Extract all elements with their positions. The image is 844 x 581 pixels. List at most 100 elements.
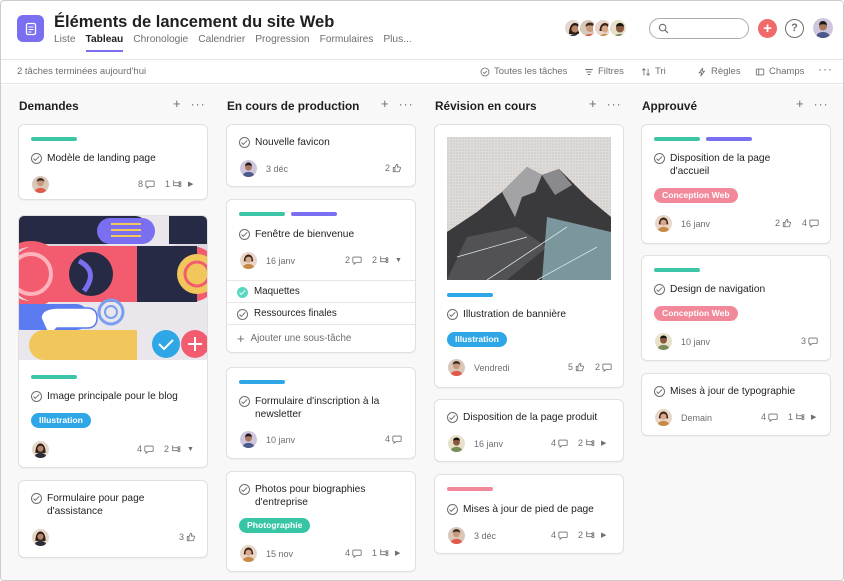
assignee-avatar[interactable]	[655, 333, 672, 350]
complete-checkbox[interactable]	[447, 309, 458, 320]
like-icon[interactable]	[392, 163, 402, 173]
assignee-avatar[interactable]	[448, 435, 465, 452]
tag-conception-web[interactable]: Conception Web	[654, 306, 738, 321]
complete-checkbox[interactable]	[239, 484, 250, 495]
sort-button[interactable]: Tri	[641, 66, 666, 77]
assignee-avatar[interactable]	[240, 431, 257, 448]
assignee-avatar[interactable]	[32, 529, 49, 546]
like-icon[interactable]	[782, 218, 792, 228]
like-icon[interactable]	[575, 362, 585, 372]
task-card[interactable]: Disposition de la page d'accueil Concepti…	[641, 124, 831, 244]
complete-checkbox[interactable]	[239, 229, 250, 240]
subtask-checkbox[interactable]	[237, 286, 248, 298]
add-subtask-button[interactable]: + Ajouter une sous-tâche	[227, 324, 415, 352]
rules-button[interactable]: Règles	[697, 66, 741, 77]
expand-arrow-icon[interactable]: ▶	[601, 439, 606, 447]
search-input[interactable]	[649, 18, 749, 39]
expand-arrow-icon[interactable]: ▶	[395, 549, 400, 557]
quick-add-button[interactable]: +	[758, 19, 777, 38]
task-card[interactable]: Formulaire pour page d'assistance 3	[18, 480, 208, 558]
task-card[interactable]: Fenêtre de bienvenue 16 janv 2 2 ▼ Maque…	[226, 199, 416, 353]
tab-formulaires[interactable]: Formulaires	[320, 34, 374, 52]
due-date[interactable]: 15 nov	[266, 549, 293, 559]
subtask-checkbox[interactable]	[237, 308, 248, 320]
task-card[interactable]: Nouvelle favicon 3 déc 2	[226, 124, 416, 187]
complete-checkbox[interactable]	[447, 412, 458, 423]
complete-checkbox[interactable]	[654, 284, 665, 295]
complete-checkbox[interactable]	[654, 386, 665, 397]
add-task-button[interactable]: +	[381, 96, 389, 111]
user-avatar[interactable]	[813, 18, 833, 38]
project-members[interactable]	[563, 18, 628, 38]
task-card[interactable]: Formulaire d'inscription à la newsletter …	[226, 367, 416, 459]
due-date[interactable]: Vendredi	[474, 363, 510, 373]
assignee-avatar[interactable]	[240, 545, 257, 562]
assignee-avatar[interactable]	[240, 160, 257, 177]
task-card[interactable]: Mises à jour de pied de page 3 déc 4 2 ▶	[434, 474, 624, 554]
tag-conception-web[interactable]: Conception Web	[654, 188, 738, 203]
task-card[interactable]: Modèle de landing page 8 1 ▶	[18, 124, 208, 200]
tab-chronologie[interactable]: Chronologie	[133, 34, 188, 52]
fields-button[interactable]: Champs	[755, 66, 804, 77]
subtask-icon	[379, 548, 389, 558]
complete-checkbox[interactable]	[654, 153, 665, 164]
all-tasks-filter[interactable]: Toutes les tâches	[480, 66, 567, 77]
tag-illustration[interactable]: Illustration	[447, 332, 507, 347]
assignee-avatar[interactable]	[655, 409, 672, 426]
complete-checkbox[interactable]	[31, 493, 42, 504]
assignee-avatar[interactable]	[240, 252, 257, 269]
task-card[interactable]: Mises à jour de typographie Demain 4 1 ▶	[641, 373, 831, 436]
due-date[interactable]: Demain	[681, 413, 712, 423]
subtask-row[interactable]: Ressources finales	[227, 302, 415, 324]
due-date[interactable]: 10 janv	[266, 435, 295, 445]
due-date[interactable]: 16 janv	[474, 439, 503, 449]
complete-checkbox[interactable]	[239, 137, 250, 148]
add-task-button[interactable]: +	[796, 96, 804, 111]
due-date[interactable]: 3 déc	[474, 531, 496, 541]
due-date[interactable]: 10 janv	[681, 337, 710, 347]
task-card[interactable]: Disposition de la page produit 16 janv 4…	[434, 399, 624, 462]
assignee-avatar[interactable]	[448, 359, 465, 376]
project-icon[interactable]	[17, 15, 44, 42]
assignee-avatar[interactable]	[32, 441, 49, 458]
tab-calendrier[interactable]: Calendrier	[198, 34, 245, 52]
add-task-button[interactable]: +	[173, 96, 181, 111]
expand-arrow-icon[interactable]: ▼	[395, 257, 402, 264]
due-date[interactable]: 3 déc	[266, 164, 288, 174]
help-button[interactable]: ?	[785, 19, 804, 38]
add-task-button[interactable]: +	[589, 96, 597, 111]
more-options-button[interactable]: ···	[818, 62, 833, 76]
subtask-row[interactable]: Maquettes	[227, 280, 415, 302]
task-card[interactable]: Image principale pour le blog Illustrati…	[18, 215, 208, 468]
tag-illustration[interactable]: Illustration	[31, 413, 91, 428]
assignee-avatar[interactable]	[448, 527, 465, 544]
complete-checkbox[interactable]	[447, 504, 458, 515]
assignee-avatar[interactable]	[655, 215, 672, 232]
complete-checkbox[interactable]	[31, 391, 42, 402]
expand-arrow-icon[interactable]: ▶	[811, 413, 816, 421]
tag-photographie[interactable]: Photographie	[239, 518, 311, 533]
like-icon[interactable]	[186, 532, 196, 542]
expand-arrow-icon[interactable]: ▶	[601, 531, 606, 539]
tab-liste[interactable]: Liste	[54, 34, 76, 52]
column-menu-button[interactable]: ···	[399, 97, 414, 111]
expand-arrow-icon[interactable]: ▶	[188, 180, 193, 188]
task-card[interactable]: Illustration de bannière Illustration Ve…	[434, 124, 624, 388]
due-date[interactable]: 16 janv	[266, 256, 295, 266]
tab-plus[interactable]: Plus...	[383, 34, 411, 52]
due-date[interactable]: 16 janv	[681, 219, 710, 229]
column-menu-button[interactable]: ···	[191, 97, 206, 111]
tab-tableau[interactable]: Tableau	[85, 34, 124, 52]
task-card[interactable]: Design de navigation Conception Web 10 j…	[641, 255, 831, 361]
sort-label: Tri	[655, 66, 666, 77]
expand-arrow-icon[interactable]: ▼	[187, 446, 194, 453]
task-meta: 4 1 ▶	[761, 412, 816, 422]
complete-checkbox[interactable]	[239, 396, 250, 407]
complete-checkbox[interactable]	[31, 153, 42, 164]
tab-progression[interactable]: Progression	[255, 34, 309, 52]
filters-button[interactable]: Filtres	[584, 66, 624, 77]
column-menu-button[interactable]: ···	[814, 97, 829, 111]
task-card[interactable]: Photos pour biographies d'entreprise Phot…	[226, 471, 416, 572]
assignee-avatar[interactable]	[32, 176, 49, 193]
column-menu-button[interactable]: ···	[607, 97, 622, 111]
